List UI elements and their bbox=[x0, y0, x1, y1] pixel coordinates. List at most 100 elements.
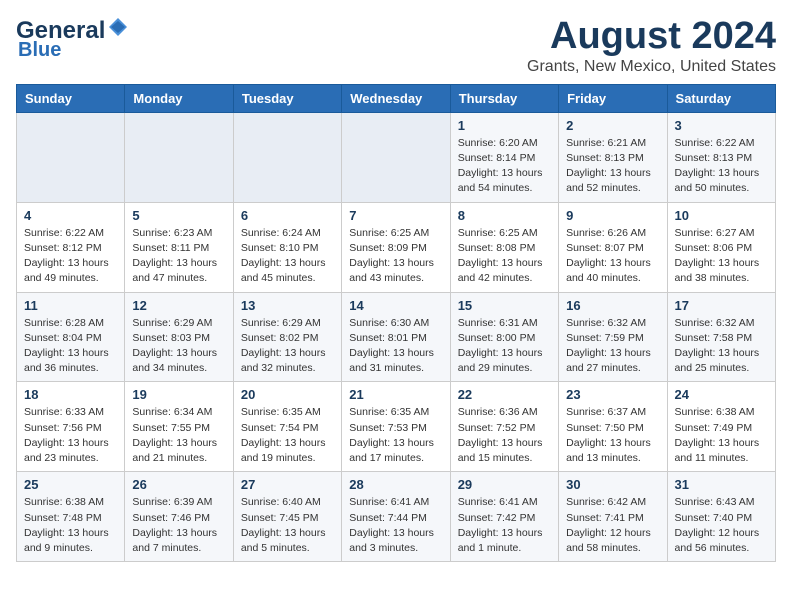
day-number: 20 bbox=[241, 387, 334, 402]
calendar-cell: 11 Sunrise: 6:28 AM Sunset: 8:04 PM Dayli… bbox=[17, 292, 125, 382]
calendar-cell: 17Sunrise: 6:32 AM Sunset: 7:58 PM Dayli… bbox=[667, 292, 775, 382]
calendar-cell: 25 Sunrise: 6:38 AM Sunset: 7:48 PM Dayli… bbox=[17, 472, 125, 562]
day-number: 9 bbox=[566, 208, 659, 223]
calendar-cell: 12 Sunrise: 6:29 AM Sunset: 8:03 PM Dayli… bbox=[125, 292, 233, 382]
day-number: 5 bbox=[132, 208, 225, 223]
calendar-week-5: 25 Sunrise: 6:38 AM Sunset: 7:48 PM Dayli… bbox=[17, 472, 776, 562]
day-info: Sunrise: 6:24 AM Sunset: 8:10 PM Dayligh… bbox=[241, 226, 334, 287]
day-info: Sunrise: 6:35 AM Sunset: 7:53 PM Dayligh… bbox=[349, 405, 442, 466]
day-number: 8 bbox=[458, 208, 551, 223]
calendar-cell: 23 Sunrise: 6:37 AM Sunset: 7:50 PM Dayli… bbox=[559, 382, 667, 472]
weekday-header-monday: Monday bbox=[125, 84, 233, 112]
weekday-header-thursday: Thursday bbox=[450, 84, 558, 112]
calendar-cell: 9Sunrise: 6:26 AM Sunset: 8:07 PM Daylig… bbox=[559, 202, 667, 292]
calendar-week-2: 4Sunrise: 6:22 AM Sunset: 8:12 PM Daylig… bbox=[17, 202, 776, 292]
calendar-cell: 8 Sunrise: 6:25 AM Sunset: 8:08 PM Daylig… bbox=[450, 202, 558, 292]
day-number: 11 bbox=[24, 298, 117, 313]
calendar-cell: 10 Sunrise: 6:27 AM Sunset: 8:06 PM Dayli… bbox=[667, 202, 775, 292]
day-info: Sunrise: 6:38 AM Sunset: 7:48 PM Dayligh… bbox=[24, 495, 117, 556]
day-number: 27 bbox=[241, 477, 334, 492]
day-info: Sunrise: 6:23 AM Sunset: 8:11 PM Dayligh… bbox=[132, 226, 225, 287]
page-title: August 2024 bbox=[527, 16, 776, 58]
calendar-cell: 30 Sunrise: 6:42 AM Sunset: 7:41 PM Dayli… bbox=[559, 472, 667, 562]
day-info: Sunrise: 6:28 AM Sunset: 8:04 PM Dayligh… bbox=[24, 316, 117, 377]
calendar-week-3: 11 Sunrise: 6:28 AM Sunset: 8:04 PM Dayli… bbox=[17, 292, 776, 382]
day-number: 30 bbox=[566, 477, 659, 492]
page-header: General Blue August 2024 Grants, New Mex… bbox=[16, 16, 776, 76]
calendar-cell: 26 Sunrise: 6:39 AM Sunset: 7:46 PM Dayli… bbox=[125, 472, 233, 562]
calendar-cell: 24 Sunrise: 6:38 AM Sunset: 7:49 PM Dayli… bbox=[667, 382, 775, 472]
day-info: Sunrise: 6:32 AM Sunset: 7:59 PM Dayligh… bbox=[566, 316, 659, 377]
day-number: 7 bbox=[349, 208, 442, 223]
day-info: Sunrise: 6:38 AM Sunset: 7:49 PM Dayligh… bbox=[675, 405, 768, 466]
day-info: Sunrise: 6:43 AM Sunset: 7:40 PM Dayligh… bbox=[675, 495, 768, 556]
day-number: 1 bbox=[458, 118, 551, 133]
day-number: 28 bbox=[349, 477, 442, 492]
day-info: Sunrise: 6:37 AM Sunset: 7:50 PM Dayligh… bbox=[566, 405, 659, 466]
calendar-cell: 16Sunrise: 6:32 AM Sunset: 7:59 PM Dayli… bbox=[559, 292, 667, 382]
calendar-cell: 31Sunrise: 6:43 AM Sunset: 7:40 PM Dayli… bbox=[667, 472, 775, 562]
day-number: 24 bbox=[675, 387, 768, 402]
day-info: Sunrise: 6:22 AM Sunset: 8:12 PM Dayligh… bbox=[24, 226, 117, 287]
calendar-cell: 13Sunrise: 6:29 AM Sunset: 8:02 PM Dayli… bbox=[233, 292, 341, 382]
calendar-cell: 7 Sunrise: 6:25 AM Sunset: 8:09 PM Daylig… bbox=[342, 202, 450, 292]
calendar-header-row: SundayMondayTuesdayWednesdayThursdayFrid… bbox=[17, 84, 776, 112]
weekday-header-tuesday: Tuesday bbox=[233, 84, 341, 112]
day-info: Sunrise: 6:32 AM Sunset: 7:58 PM Dayligh… bbox=[675, 316, 768, 377]
day-info: Sunrise: 6:41 AM Sunset: 7:44 PM Dayligh… bbox=[349, 495, 442, 556]
calendar-cell: 21 Sunrise: 6:35 AM Sunset: 7:53 PM Dayli… bbox=[342, 382, 450, 472]
calendar-cell: 6 Sunrise: 6:24 AM Sunset: 8:10 PM Daylig… bbox=[233, 202, 341, 292]
calendar-cell: 27Sunrise: 6:40 AM Sunset: 7:45 PM Dayli… bbox=[233, 472, 341, 562]
weekday-header-wednesday: Wednesday bbox=[342, 84, 450, 112]
calendar-cell: 1Sunrise: 6:20 AM Sunset: 8:14 PM Daylig… bbox=[450, 112, 558, 202]
calendar-cell: 4Sunrise: 6:22 AM Sunset: 8:12 PM Daylig… bbox=[17, 202, 125, 292]
calendar-cell bbox=[17, 112, 125, 202]
day-number: 18 bbox=[24, 387, 117, 402]
calendar-cell: 14Sunrise: 6:30 AM Sunset: 8:01 PM Dayli… bbox=[342, 292, 450, 382]
day-number: 19 bbox=[132, 387, 225, 402]
day-number: 3 bbox=[675, 118, 768, 133]
title-block: August 2024 Grants, New Mexico, United S… bbox=[527, 16, 776, 76]
day-info: Sunrise: 6:25 AM Sunset: 8:09 PM Dayligh… bbox=[349, 226, 442, 287]
day-number: 29 bbox=[458, 477, 551, 492]
calendar-cell: 29 Sunrise: 6:41 AM Sunset: 7:42 PM Dayli… bbox=[450, 472, 558, 562]
day-info: Sunrise: 6:25 AM Sunset: 8:08 PM Dayligh… bbox=[458, 226, 551, 287]
day-number: 12 bbox=[132, 298, 225, 313]
day-info: Sunrise: 6:31 AM Sunset: 8:00 PM Dayligh… bbox=[458, 316, 551, 377]
day-number: 23 bbox=[566, 387, 659, 402]
day-info: Sunrise: 6:27 AM Sunset: 8:06 PM Dayligh… bbox=[675, 226, 768, 287]
day-number: 26 bbox=[132, 477, 225, 492]
calendar-cell bbox=[125, 112, 233, 202]
page-subtitle: Grants, New Mexico, United States bbox=[527, 58, 776, 76]
day-number: 10 bbox=[675, 208, 768, 223]
calendar-cell: 20 Sunrise: 6:35 AM Sunset: 7:54 PM Dayli… bbox=[233, 382, 341, 472]
day-number: 13 bbox=[241, 298, 334, 313]
weekday-header-sunday: Sunday bbox=[17, 84, 125, 112]
day-info: Sunrise: 6:30 AM Sunset: 8:01 PM Dayligh… bbox=[349, 316, 442, 377]
day-number: 15 bbox=[458, 298, 551, 313]
calendar-cell: 19 Sunrise: 6:34 AM Sunset: 7:55 PM Dayli… bbox=[125, 382, 233, 472]
day-number: 21 bbox=[349, 387, 442, 402]
calendar-week-4: 18 Sunrise: 6:33 AM Sunset: 7:56 PM Dayli… bbox=[17, 382, 776, 472]
day-info: Sunrise: 6:22 AM Sunset: 8:13 PM Dayligh… bbox=[675, 136, 768, 197]
calendar-week-1: 1Sunrise: 6:20 AM Sunset: 8:14 PM Daylig… bbox=[17, 112, 776, 202]
day-info: Sunrise: 6:34 AM Sunset: 7:55 PM Dayligh… bbox=[132, 405, 225, 466]
logo-blue: Blue bbox=[18, 39, 61, 62]
day-info: Sunrise: 6:42 AM Sunset: 7:41 PM Dayligh… bbox=[566, 495, 659, 556]
day-number: 22 bbox=[458, 387, 551, 402]
day-number: 6 bbox=[241, 208, 334, 223]
calendar-cell: 28 Sunrise: 6:41 AM Sunset: 7:44 PM Dayli… bbox=[342, 472, 450, 562]
day-info: Sunrise: 6:39 AM Sunset: 7:46 PM Dayligh… bbox=[132, 495, 225, 556]
calendar-table: SundayMondayTuesdayWednesdayThursdayFrid… bbox=[16, 84, 776, 562]
day-number: 2 bbox=[566, 118, 659, 133]
weekday-header-friday: Friday bbox=[559, 84, 667, 112]
day-info: Sunrise: 6:29 AM Sunset: 8:03 PM Dayligh… bbox=[132, 316, 225, 377]
day-info: Sunrise: 6:21 AM Sunset: 8:13 PM Dayligh… bbox=[566, 136, 659, 197]
weekday-header-saturday: Saturday bbox=[667, 84, 775, 112]
day-info: Sunrise: 6:33 AM Sunset: 7:56 PM Dayligh… bbox=[24, 405, 117, 466]
day-info: Sunrise: 6:41 AM Sunset: 7:42 PM Dayligh… bbox=[458, 495, 551, 556]
calendar-cell: 15 Sunrise: 6:31 AM Sunset: 8:00 PM Dayli… bbox=[450, 292, 558, 382]
day-info: Sunrise: 6:35 AM Sunset: 7:54 PM Dayligh… bbox=[241, 405, 334, 466]
calendar-cell bbox=[233, 112, 341, 202]
day-number: 25 bbox=[24, 477, 117, 492]
